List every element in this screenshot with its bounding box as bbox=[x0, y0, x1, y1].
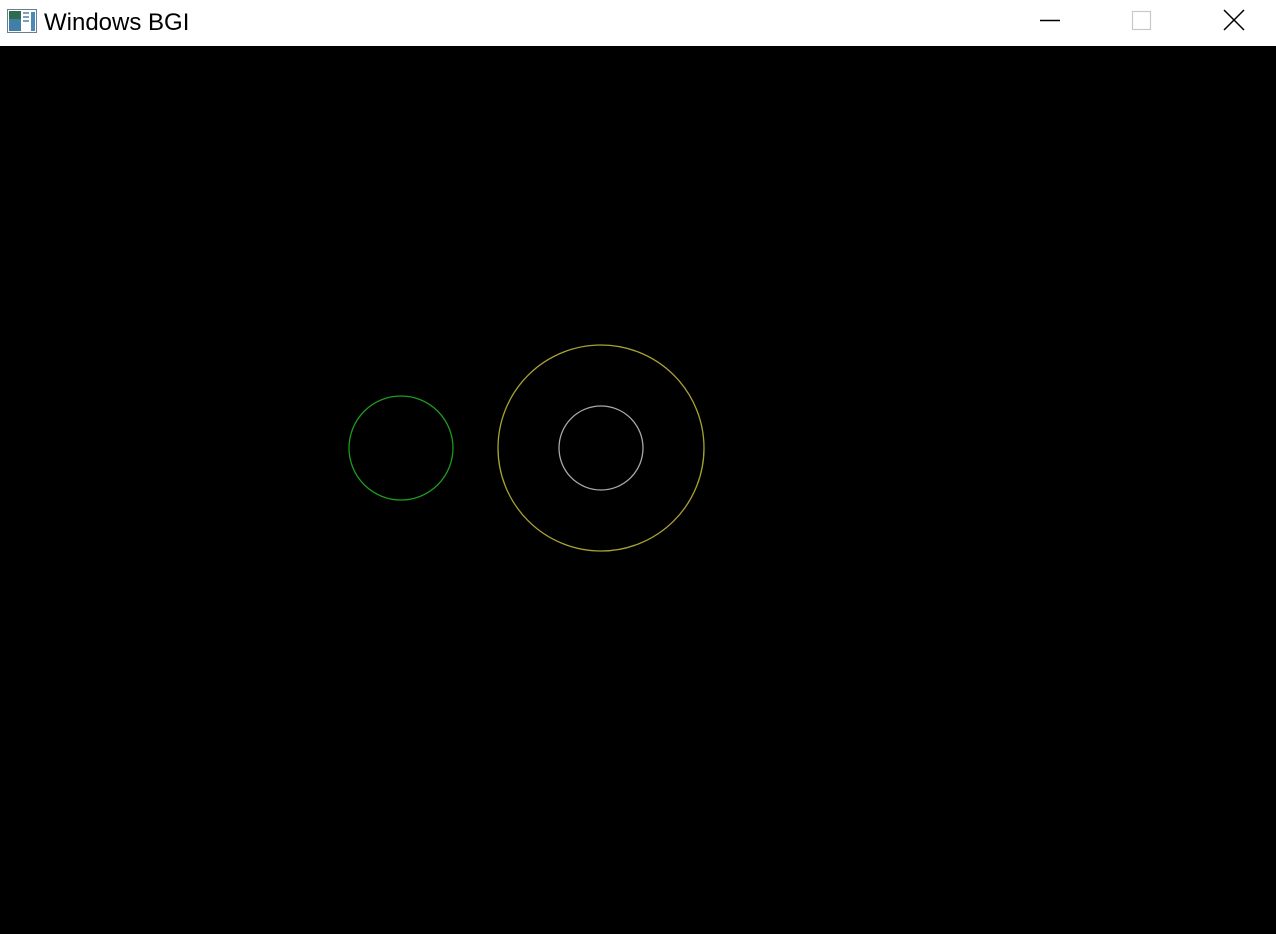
bgi-app-icon bbox=[7, 9, 37, 33]
gray-circle bbox=[558, 405, 644, 491]
graphics-canvas[interactable] bbox=[0, 47, 1276, 934]
yellow-circle bbox=[497, 344, 705, 552]
window-title: Windows BGI bbox=[44, 9, 190, 36]
title-bar[interactable]: Windows BGI bbox=[0, 0, 1276, 46]
minimize-button[interactable] bbox=[1004, 0, 1096, 46]
bgi-window: Windows BGI bbox=[0, 0, 1276, 934]
close-button[interactable] bbox=[1188, 0, 1276, 46]
green-circle bbox=[348, 395, 454, 501]
maximize-button[interactable] bbox=[1096, 0, 1188, 46]
